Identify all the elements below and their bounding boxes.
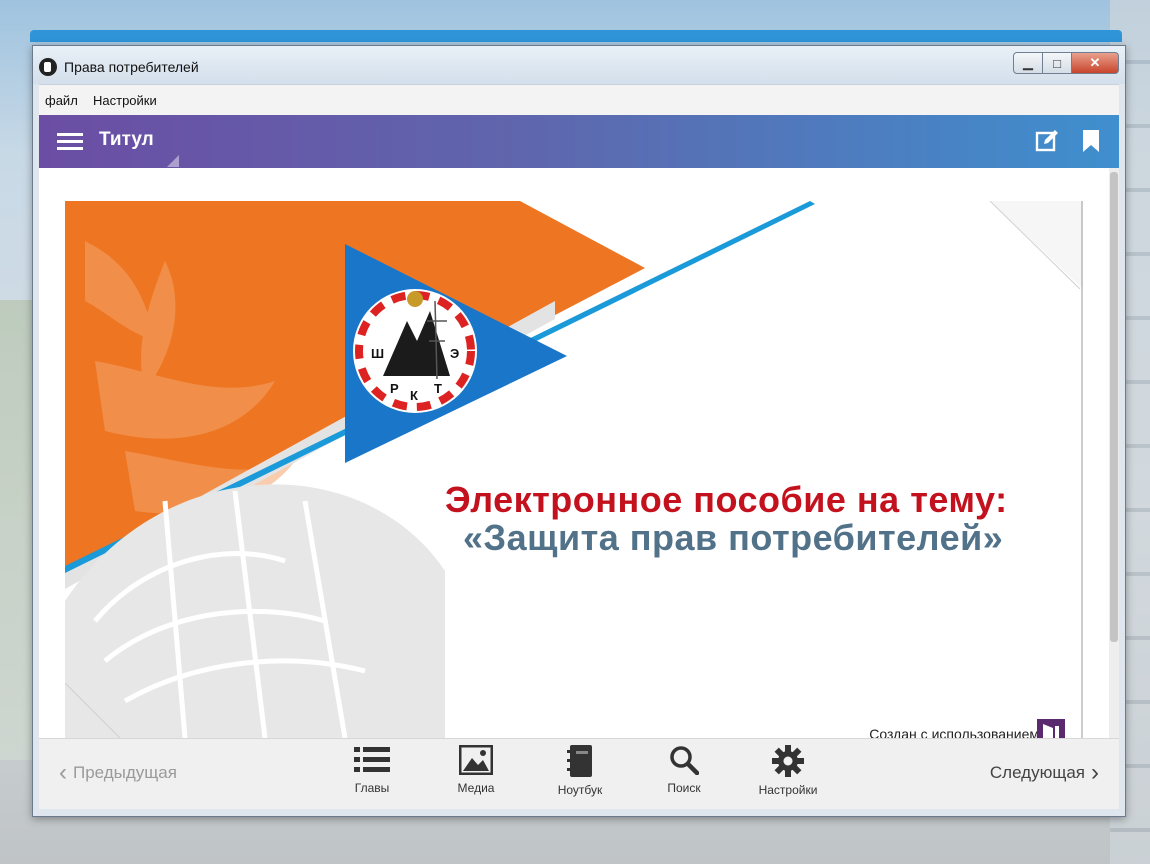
notebook-icon bbox=[567, 745, 592, 777]
settings-label: Настройки bbox=[758, 783, 818, 797]
chapters-label: Главы bbox=[354, 781, 390, 795]
previous-button[interactable]: ‹ Предыдущая bbox=[53, 759, 177, 786]
created-with-credit: Создан с использованием bbox=[869, 726, 1039, 738]
title-corner-marker bbox=[167, 155, 179, 167]
bookmark-icon[interactable] bbox=[1083, 130, 1099, 152]
image-icon bbox=[459, 745, 493, 775]
chevron-left-icon: ‹ bbox=[59, 759, 67, 786]
app-window: Права потребителей ▁ □ ✕ файл Настройки … bbox=[32, 45, 1126, 817]
settings-button[interactable]: Настройки bbox=[743, 745, 833, 797]
maximize-button[interactable]: □ bbox=[1042, 52, 1072, 74]
chapter-title: Титул bbox=[99, 129, 154, 150]
next-label: Следующая bbox=[989, 763, 1085, 782]
slide-graphics: Ш Р К Т Э bbox=[65, 201, 1083, 738]
bottom-toolbar: ‹ Предыдущая Главы Медиа Ноутбук Поиск Н… bbox=[39, 738, 1119, 809]
notebook-button[interactable]: Ноутбук bbox=[535, 745, 625, 797]
vertical-scrollbar[interactable] bbox=[1109, 168, 1119, 738]
window-title: Права потребителей bbox=[64, 59, 199, 75]
emblem-letter-4: Т bbox=[434, 381, 442, 396]
content-area: Ш Р К Т Э Электронное пособие на тему: «… bbox=[39, 168, 1119, 738]
emblem-letter-3: К bbox=[410, 388, 418, 403]
window-titlebar[interactable]: Права потребителей ▁ □ ✕ bbox=[33, 46, 1125, 84]
search-label: Поиск bbox=[667, 781, 701, 795]
search-button[interactable]: Поиск bbox=[639, 745, 729, 795]
slide-heading-line2: «Защита прав потребителей» bbox=[463, 517, 1004, 558]
slide-heading-line1: Электронное пособие на тему: bbox=[445, 479, 1008, 520]
previous-label: Предыдущая bbox=[73, 763, 177, 782]
menu-bar: файл Настройки bbox=[39, 84, 1119, 115]
window-controls: ▁ □ ✕ bbox=[1013, 52, 1119, 74]
menu-settings[interactable]: Настройки bbox=[93, 93, 157, 108]
scrollbar-thumb[interactable] bbox=[1110, 172, 1118, 642]
next-button[interactable]: Следующая › bbox=[989, 759, 1105, 786]
hamburger-menu-icon[interactable] bbox=[57, 133, 83, 151]
list-icon bbox=[354, 747, 390, 772]
close-button[interactable]: ✕ bbox=[1071, 52, 1119, 74]
emblem-letter-1: Ш bbox=[371, 346, 384, 361]
gear-icon bbox=[772, 745, 804, 777]
chapters-button[interactable]: Главы bbox=[327, 745, 417, 795]
media-label: Медиа bbox=[457, 781, 495, 795]
minimize-button[interactable]: ▁ bbox=[1013, 52, 1043, 74]
edit-icon[interactable] bbox=[1035, 129, 1059, 153]
app-logo-icon bbox=[1037, 719, 1065, 738]
emblem-letter-2: Р bbox=[390, 381, 399, 396]
media-button[interactable]: Медиа bbox=[431, 745, 521, 795]
background-trees bbox=[0, 300, 32, 760]
background-window-strip bbox=[30, 30, 1122, 42]
emblem-coat-of-arms bbox=[407, 291, 423, 307]
title-slide: Ш Р К Т Э Электронное пособие на тему: «… bbox=[65, 201, 1083, 738]
menu-file[interactable]: файл bbox=[45, 93, 78, 108]
search-icon bbox=[670, 746, 699, 775]
emblem-letter-5: Э bbox=[450, 346, 459, 361]
app-header: Титул bbox=[39, 115, 1119, 168]
notebook-label: Ноутбук bbox=[557, 783, 603, 797]
chevron-right-icon: › bbox=[1091, 759, 1099, 786]
app-icon bbox=[39, 58, 57, 76]
